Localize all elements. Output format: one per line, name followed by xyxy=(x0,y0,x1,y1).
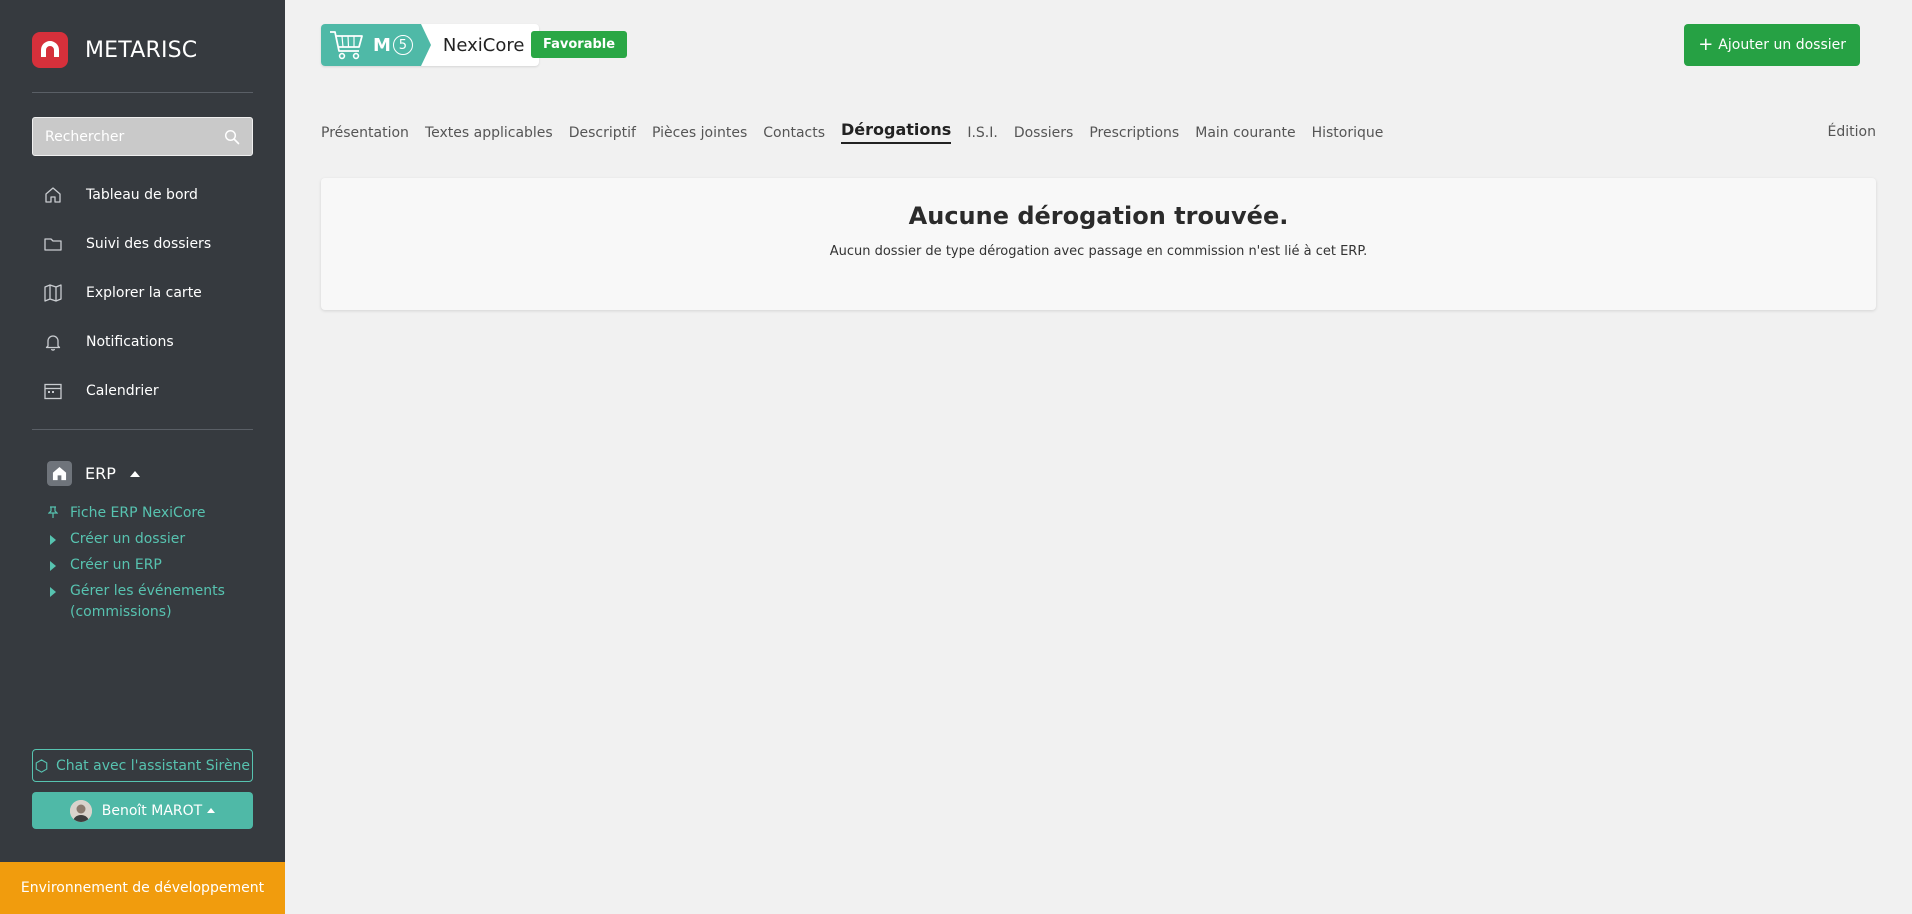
nav-item-label: Suivi des dossiers xyxy=(86,235,212,252)
erp-section-toggle[interactable]: ERP xyxy=(47,461,140,486)
erp-link-label: Créer un dossier xyxy=(70,531,186,547)
tab-descriptif[interactable]: Descriptif xyxy=(569,125,636,144)
tab-dossiers[interactable]: Dossiers xyxy=(1014,125,1074,144)
erp-category: 5 xyxy=(392,35,413,55)
main-nav: Tableau de bord Suivi des dossiers Explo… xyxy=(32,170,253,415)
building-icon xyxy=(47,461,72,486)
tab-bar: Présentation Textes applicables Descript… xyxy=(321,120,1399,144)
user-menu-button[interactable]: Benoît MAROT xyxy=(32,792,253,829)
erp-name: NexiCore xyxy=(442,34,525,56)
calendar-icon xyxy=(43,381,63,401)
tab-historique[interactable]: Historique xyxy=(1312,125,1384,144)
empty-state-title: Aucune dérogation trouvée. xyxy=(908,202,1289,230)
triangle-right-icon xyxy=(48,555,70,571)
erp-type-tag: M 5 xyxy=(321,24,431,66)
erp-section-label: ERP xyxy=(85,464,116,483)
add-dossier-label: Ajouter un dossier xyxy=(1718,37,1846,53)
status-badge: Favorable xyxy=(531,31,628,58)
erp-link-label: Fiche ERP NexiCore xyxy=(70,505,206,521)
erp-link-create-erp[interactable]: Créer un ERP xyxy=(48,555,258,576)
triangle-right-icon xyxy=(48,581,70,597)
nav-item-label: Tableau de bord xyxy=(86,186,198,203)
brand-logo-icon xyxy=(32,32,68,68)
plus-icon: + xyxy=(1698,34,1714,55)
tab-textes-applicables[interactable]: Textes applicables xyxy=(425,125,553,144)
triangle-right-icon xyxy=(48,529,70,545)
erp-links: Fiche ERP NexiCore Créer un dossier Crée… xyxy=(48,503,258,628)
caret-up-icon xyxy=(207,808,216,813)
add-dossier-button[interactable]: + Ajouter un dossier xyxy=(1684,24,1860,66)
environment-banner: Environnement de développement xyxy=(0,862,285,914)
empty-state-card: Aucune dérogation trouvée. Aucun dossier… xyxy=(321,178,1876,310)
empty-state-text: Aucun dossier de type dérogation avec pa… xyxy=(829,244,1368,259)
tab-pieces-jointes[interactable]: Pièces jointes xyxy=(652,125,747,144)
tab-derogations[interactable]: Dérogations xyxy=(841,120,952,144)
nav-item-folders[interactable]: Suivi des dossiers xyxy=(32,219,253,268)
erp-link-manage-events[interactable]: Gérer les événements (commissions) xyxy=(48,581,258,623)
erp-link-fiche[interactable]: Fiche ERP NexiCore xyxy=(48,503,258,524)
search-icon[interactable] xyxy=(224,129,240,145)
nav-item-label: Notifications xyxy=(86,333,174,350)
tab-prescriptions[interactable]: Prescriptions xyxy=(1089,125,1179,144)
tab-main-courante[interactable]: Main courante xyxy=(1195,125,1295,144)
folder-icon xyxy=(43,234,63,254)
erp-type-letter: M xyxy=(373,34,391,56)
nav-item-calendar[interactable]: Calendrier xyxy=(32,366,253,415)
tab-isi[interactable]: I.S.I. xyxy=(967,125,998,144)
erp-link-create-dossier[interactable]: Créer un dossier xyxy=(48,529,258,550)
bell-icon xyxy=(43,332,63,352)
sidebar: METARISC Tableau de bord Suivi des dossi… xyxy=(0,0,285,914)
map-icon xyxy=(43,283,63,303)
environment-label: Environnement de développement xyxy=(20,880,265,896)
avatar xyxy=(69,799,92,822)
sidebar-divider xyxy=(32,429,253,430)
tab-presentation[interactable]: Présentation xyxy=(321,125,409,144)
erp-link-label: Créer un ERP xyxy=(70,557,162,573)
nav-item-label: Explorer la carte xyxy=(86,284,202,301)
pin-icon xyxy=(48,503,70,518)
tab-edition[interactable]: Édition xyxy=(1828,124,1876,140)
nav-item-notifications[interactable]: Notifications xyxy=(32,317,253,366)
sidebar-divider xyxy=(32,92,253,93)
chat-assistant-button[interactable]: Chat avec l'assistant Sirène xyxy=(32,749,253,782)
hexagon-icon xyxy=(35,758,48,773)
erp-identity-badge: M 5 NexiCore xyxy=(321,24,540,66)
brand[interactable]: METARISC xyxy=(32,32,197,68)
home-icon xyxy=(43,185,63,205)
search-box[interactable] xyxy=(32,117,253,156)
brand-name: METARISC xyxy=(85,37,198,63)
nav-item-label: Calendrier xyxy=(86,382,159,399)
nav-item-dashboard[interactable]: Tableau de bord xyxy=(32,170,253,219)
search-input[interactable] xyxy=(45,128,224,145)
cart-icon xyxy=(329,29,365,61)
caret-up-icon xyxy=(129,470,140,477)
chat-assistant-label: Chat avec l'assistant Sirène xyxy=(55,757,251,774)
main-content: M 5 NexiCore Favorable + Ajouter un doss… xyxy=(285,0,1912,914)
user-name: Benoît MAROT xyxy=(101,802,203,819)
erp-link-label: Gérer les événements (commissions) xyxy=(70,583,225,620)
nav-item-map[interactable]: Explorer la carte xyxy=(32,268,253,317)
tab-contacts[interactable]: Contacts xyxy=(763,125,825,144)
